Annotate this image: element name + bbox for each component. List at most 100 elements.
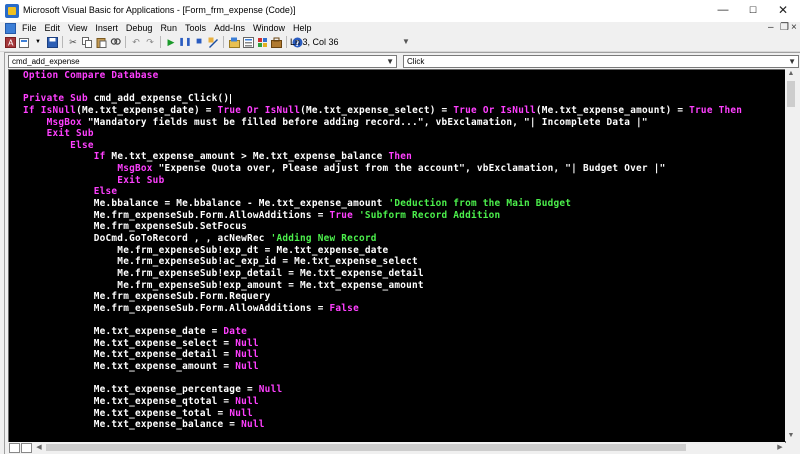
menu-item-help[interactable]: Help bbox=[293, 22, 312, 34]
code-line[interactable]: Me.frm_expenseSub.Form.Requery bbox=[23, 291, 742, 303]
mdi-restore-icon[interactable]: ❐ bbox=[780, 22, 789, 33]
scroll-left-icon[interactable]: ◀ bbox=[34, 442, 44, 453]
code-line[interactable]: Me.frm_expenseSub!exp_dt = Me.txt_expens… bbox=[23, 245, 742, 257]
minimize-icon[interactable]: — bbox=[708, 0, 738, 20]
design-mode-icon[interactable] bbox=[207, 36, 219, 48]
code-segment: Me.frm_expenseSub!exp_dt = Me.txt_expens… bbox=[23, 244, 389, 256]
scroll-down-icon[interactable]: ▼ bbox=[786, 431, 796, 441]
menu-item-tools[interactable]: Tools bbox=[185, 22, 206, 34]
code-line[interactable]: Me.frm_expenseSub!exp_detail = Me.txt_ex… bbox=[23, 268, 742, 280]
code-line[interactable]: Option Compare Database bbox=[23, 70, 742, 82]
procedure-combobox[interactable]: Click ▼ bbox=[403, 55, 799, 68]
code-line[interactable]: Me.txt_expense_select = Null bbox=[23, 338, 742, 350]
toolbar-overflow-icon[interactable]: ▼ bbox=[402, 37, 410, 47]
menu-item-run[interactable]: Run bbox=[160, 22, 177, 34]
close-icon[interactable]: ✕ bbox=[768, 0, 798, 20]
code-window-icon[interactable] bbox=[5, 23, 16, 34]
code-line[interactable]: Me.txt_expense_percentage = Null bbox=[23, 384, 742, 396]
chevron-down-icon[interactable]: ▼ bbox=[788, 56, 796, 67]
copy-icon[interactable] bbox=[81, 36, 93, 48]
code-line[interactable]: If Me.txt_expense_amount > Me.txt_expens… bbox=[23, 151, 742, 163]
code-line[interactable]: Me.frm_expenseSub!exp_amount = Me.txt_ex… bbox=[23, 280, 742, 292]
code-segment: (Me.txt_expense_select) = bbox=[300, 104, 454, 116]
code-segment: Me.txt_expense_qtotal = bbox=[23, 395, 236, 407]
menu-item-insert[interactable]: Insert bbox=[95, 22, 118, 34]
code-keyword: Null bbox=[235, 361, 259, 373]
code-line[interactable]: MsgBox "Expense Quota over, Please adjus… bbox=[23, 163, 742, 175]
code-keyword: Null bbox=[241, 419, 265, 431]
object-browser-icon[interactable] bbox=[256, 36, 268, 48]
properties-icon[interactable] bbox=[242, 36, 254, 48]
code-segment: Me.bbalance = Me.bbalance - Me.txt_expen… bbox=[23, 198, 389, 210]
code-line[interactable]: Else bbox=[23, 186, 742, 198]
cut-icon[interactable]: ✂ bbox=[67, 36, 79, 48]
menu-item-view[interactable]: View bbox=[68, 22, 87, 34]
code-line[interactable] bbox=[23, 82, 742, 94]
code-line[interactable]: Me.txt_expense_amount = Null bbox=[23, 361, 742, 373]
code-line[interactable]: Me.frm_expenseSub.SetFocus bbox=[23, 221, 742, 233]
scroll-up-icon[interactable]: ▲ bbox=[786, 69, 796, 79]
code-segment: (Me.txt_expense_amount) = bbox=[535, 104, 690, 116]
save-icon[interactable] bbox=[46, 36, 58, 48]
mdi-minimize-icon[interactable]: – bbox=[768, 22, 774, 33]
menu-item-window[interactable]: Window bbox=[253, 22, 285, 34]
code-segment: Me.txt_expense_date = bbox=[23, 326, 224, 338]
code-keyword: IsNull bbox=[264, 104, 301, 116]
object-combobox[interactable]: cmd_add_expense ▼ bbox=[8, 55, 397, 68]
code-line[interactable]: Exit Sub bbox=[23, 128, 742, 140]
reset-icon[interactable]: ■ bbox=[193, 36, 205, 48]
undo-icon[interactable]: ↶ bbox=[130, 36, 142, 48]
horizontal-scrollbar[interactable]: ◀ ▶ bbox=[8, 442, 785, 453]
run-icon[interactable]: ▶ bbox=[165, 36, 177, 48]
full-module-view-icon[interactable] bbox=[21, 443, 32, 453]
redo-icon[interactable]: ↷ bbox=[144, 36, 156, 48]
maximize-icon[interactable]: ☐ bbox=[738, 0, 768, 20]
code-keyword: Exit Sub bbox=[23, 174, 165, 186]
code-line[interactable]: Private Sub cmd_add_expense_Click() bbox=[23, 93, 742, 105]
vertical-scrollbar[interactable]: ▲ ▼ bbox=[785, 69, 797, 441]
menu-item-debug[interactable]: Debug bbox=[126, 22, 153, 34]
code-line[interactable]: Me.txt_expense_total = Null bbox=[23, 408, 742, 420]
code-keyword: If bbox=[23, 104, 35, 116]
code-line[interactable]: Me.frm_expenseSub.Form.AllowAdditions = … bbox=[23, 210, 742, 222]
insert-module-dropdown-icon[interactable]: ▼ bbox=[32, 36, 44, 48]
vba-app-icon[interactable] bbox=[5, 4, 19, 18]
svg-text:A: A bbox=[8, 38, 14, 47]
menu-item-edit[interactable]: Edit bbox=[45, 22, 61, 34]
code-line[interactable]: Exit Sub bbox=[23, 175, 742, 187]
procedure-view-icon[interactable] bbox=[9, 443, 20, 453]
horizontal-scroll-thumb[interactable] bbox=[46, 444, 686, 451]
insert-module-icon[interactable] bbox=[18, 36, 30, 48]
toolbox-icon[interactable] bbox=[270, 36, 282, 48]
code-line[interactable]: Me.bbalance = Me.bbalance - Me.txt_expen… bbox=[23, 198, 742, 210]
code-segment: (Me.txt_expense_date) = bbox=[76, 104, 218, 116]
code-line[interactable]: Me.txt_expense_detail = Null bbox=[23, 349, 742, 361]
code-editor[interactable]: Option Compare Database Private Sub cmd_a… bbox=[8, 69, 786, 443]
scroll-right-icon[interactable]: ▶ bbox=[775, 442, 785, 453]
code-line[interactable]: Else bbox=[23, 140, 742, 152]
code-line[interactable]: Me.txt_expense_date = Date bbox=[23, 326, 742, 338]
menu-item-file[interactable]: File bbox=[22, 22, 37, 34]
code-comment: 'Adding New Record bbox=[270, 232, 377, 244]
code-line[interactable]: Me.frm_expenseSub!ac_exp_id = Me.txt_exp… bbox=[23, 256, 742, 268]
code-keyword: True bbox=[329, 209, 354, 221]
menu-item-add-ins[interactable]: Add-Ins bbox=[214, 22, 245, 34]
mdi-close-icon[interactable]: × bbox=[791, 22, 797, 33]
code-line[interactable]: Me.frm_expenseSub.Form.AllowAdditions = … bbox=[23, 303, 742, 315]
find-icon[interactable] bbox=[109, 36, 121, 48]
code-line[interactable] bbox=[23, 373, 742, 385]
code-line[interactable]: Me.txt_expense_balance = Null bbox=[23, 419, 742, 431]
vertical-scroll-thumb[interactable] bbox=[787, 81, 795, 107]
code-text[interactable]: Option Compare Database Private Sub cmd_a… bbox=[23, 70, 742, 431]
code-line[interactable] bbox=[23, 314, 742, 326]
chevron-down-icon[interactable]: ▼ bbox=[386, 56, 394, 67]
toolbar-separator bbox=[125, 36, 126, 48]
code-line[interactable]: DoCmd.GoToRecord , , acNewRec 'Adding Ne… bbox=[23, 233, 742, 245]
code-line[interactable]: If IsNull(Me.txt_expense_date) = True Or… bbox=[23, 105, 742, 117]
code-line[interactable]: Me.txt_expense_qtotal = Null bbox=[23, 396, 742, 408]
project-explorer-icon[interactable] bbox=[228, 36, 240, 48]
paste-icon[interactable] bbox=[95, 36, 107, 48]
break-icon[interactable]: ❚❚ bbox=[178, 36, 191, 48]
access-icon[interactable]: A bbox=[4, 36, 16, 48]
code-line[interactable]: MsgBox "Mandatory fields must be filled … bbox=[23, 117, 742, 129]
